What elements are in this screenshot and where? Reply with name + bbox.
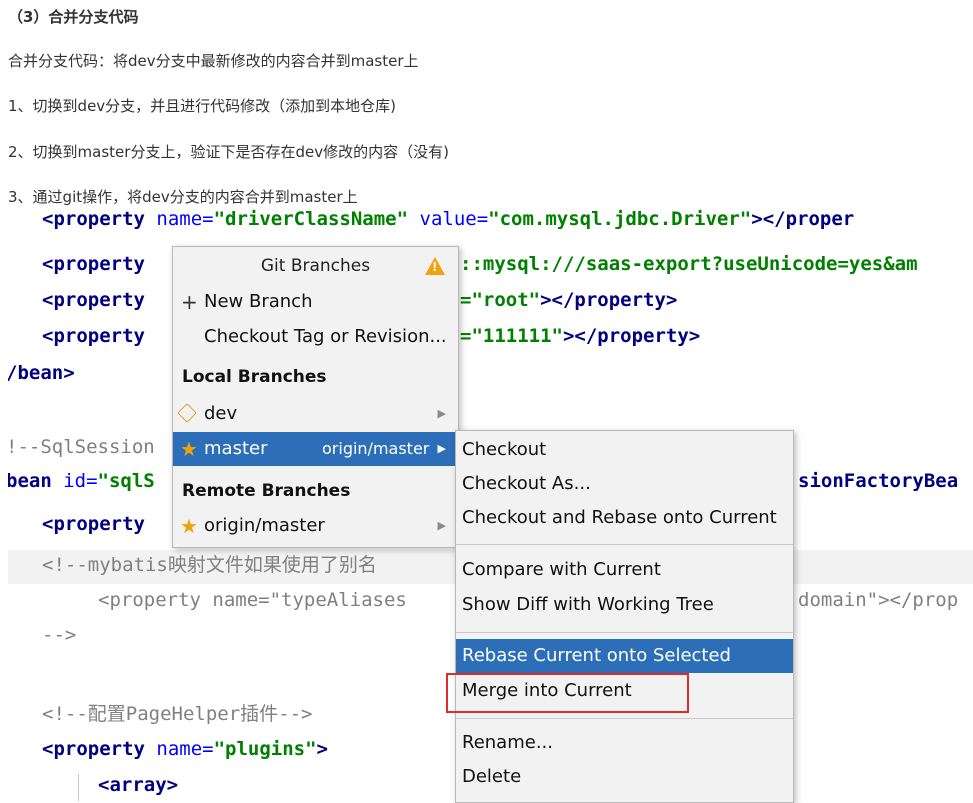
remote-branches-header: Remote Branches (182, 481, 351, 501)
annotation-highlight-box (446, 673, 689, 713)
menu-item-delete[interactable]: Delete (456, 760, 793, 794)
plus-icon: + (181, 290, 198, 314)
code-line: <property (42, 253, 145, 275)
code-line: <array> (98, 774, 179, 796)
code-line: <!--配置PageHelper插件--> (42, 703, 313, 725)
code-line: ="111111"></property> (460, 325, 701, 347)
checkout-tag-item[interactable]: Checkout Tag or Revision... (173, 320, 458, 354)
code-line: ="root"></property> (460, 289, 678, 311)
code-line: <property name="driverClassName" value="… (42, 208, 855, 230)
warning-icon[interactable]: ! (425, 257, 445, 275)
menu-item-compare[interactable]: Compare with Current (456, 553, 793, 587)
code-line: /bean> (8, 362, 75, 384)
code-line: !--SqlSession (8, 436, 155, 458)
new-branch-item[interactable]: + New Branch (173, 285, 458, 319)
chevron-right-icon: ▶ (437, 407, 446, 420)
popup-title: Git Branches (260, 256, 371, 276)
indent-guide (78, 774, 79, 801)
code-line: sionFactoryBea (798, 470, 959, 492)
chevron-right-icon: ▶ (437, 442, 446, 455)
code-line: <property (42, 325, 145, 347)
tag-icon (177, 403, 197, 423)
code-line: bean id="sqlS (8, 470, 155, 492)
local-branches-header: Local Branches (182, 367, 327, 387)
code-line: ::mysql:///saas-export?useUnicode=yes&am (460, 253, 918, 275)
code-line: domain"></prop (798, 589, 959, 611)
star-icon: ★ (180, 514, 198, 538)
menu-item-rebase[interactable]: Rebase Current onto Selected (456, 639, 793, 673)
branch-item-dev[interactable]: dev ▶ (173, 397, 458, 431)
menu-item-rename[interactable]: Rename... (456, 726, 793, 760)
chevron-right-icon: ▶ (437, 519, 446, 532)
intro-text: 合并分支代码：将dev分支中最新修改的内容合并到master上 (8, 52, 419, 70)
git-branches-popup: Git Branches ! + New Branch Checkout Tag… (172, 246, 459, 548)
menu-separator (456, 718, 793, 719)
menu-item-checkout-rebase[interactable]: Checkout and Rebase onto Current (456, 501, 793, 535)
section-heading: （3）合并分支代码 (8, 8, 139, 26)
code-line: <property name="typeAliases (98, 589, 407, 611)
code-line: <property (42, 289, 145, 311)
branch-item-master[interactable]: ★ master origin/master ▶ (173, 432, 458, 466)
step-1-text: 1、切换到dev分支，并且进行代码修改（添加到本地仓库) (8, 97, 397, 115)
code-line: --> (42, 624, 77, 646)
code-line: <!--mybatis映射文件如果使用了别名 (42, 554, 377, 576)
menu-item-checkout-as[interactable]: Checkout As... (456, 467, 793, 501)
step-2-text: 2、切换到master分支上，验证下是否存在dev修改的内容（没有) (8, 143, 449, 161)
branch-item-origin-master[interactable]: ★ origin/master ▶ (173, 509, 458, 543)
upstream-label: origin/master (322, 439, 430, 458)
menu-item-show-diff[interactable]: Show Diff with Working Tree (456, 588, 793, 622)
code-line: <property name="plugins"> (42, 738, 328, 760)
star-icon: ★ (180, 437, 198, 461)
code-line: <property (42, 513, 145, 535)
menu-separator (456, 544, 793, 545)
step-3-text: 3、通过git操作，将dev分支的内容合并到master上 (8, 188, 358, 206)
menu-separator (456, 632, 793, 633)
menu-item-checkout[interactable]: Checkout (456, 433, 793, 467)
branch-actions-submenu: Checkout Checkout As... Checkout and Reb… (455, 430, 794, 803)
